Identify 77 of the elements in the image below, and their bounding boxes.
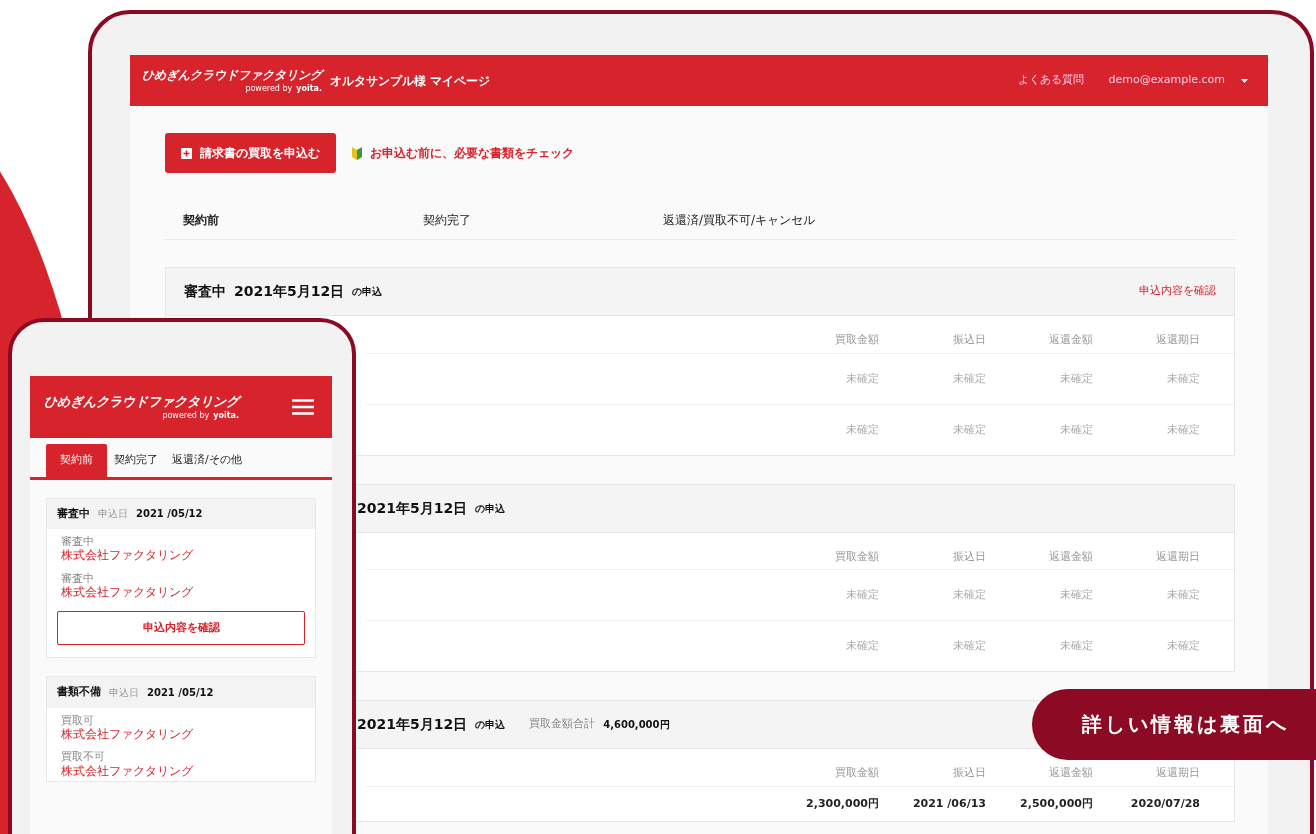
- column-header: 振込日: [952, 765, 986, 781]
- table-cell-text: 2,300,000円: [805, 795, 879, 812]
- date-suffix: の申込: [352, 285, 383, 299]
- table-cell-text: 未確定: [1059, 638, 1093, 654]
- tab[interactable]: 契約完了: [107, 444, 165, 477]
- date-label: 申込日: [98, 507, 128, 522]
- details-link[interactable]: 申込内容を確認: [1139, 283, 1216, 300]
- column-header: 返還期日: [1155, 765, 1200, 781]
- date-suffix: の申込: [475, 501, 506, 516]
- application-date: 2021 /05/12: [136, 507, 203, 522]
- brand-text: yoita.: [213, 411, 239, 420]
- column-header: 返還期日: [1155, 548, 1200, 565]
- table-cell-text: 未確定: [952, 638, 986, 654]
- back-page-banner: 詳しい情報は裏面へ: [1032, 689, 1316, 760]
- details-button[interactable]: 申込内容を確認: [57, 610, 305, 646]
- table-cell-text: 2,500,000円: [1019, 795, 1093, 812]
- application-date: 2021年5月12日: [234, 282, 345, 301]
- table-cell-text: 2021 /06/13: [911, 795, 986, 812]
- table-cell-text: 未確定: [1166, 587, 1200, 603]
- status-text: 審査中: [184, 282, 226, 301]
- table-cell-text: 未確定: [1059, 370, 1093, 387]
- date-suffix: の申込: [475, 718, 506, 732]
- column-header: 買取金額: [834, 548, 879, 565]
- table-cell-text: 未確定: [1166, 638, 1200, 654]
- table-cell-text: 未確定: [845, 421, 879, 438]
- item-status: 買取可: [61, 713, 95, 727]
- user-menu[interactable]: demo@example.com: [1108, 72, 1248, 89]
- column-header: 返還期日: [1155, 332, 1200, 348]
- company-name: 株式会社ファクタリング: [61, 548, 194, 564]
- plus-icon: [181, 147, 192, 159]
- column-header: 買取金額: [834, 765, 879, 781]
- caret-icon: [1241, 78, 1248, 83]
- column-header: 振込日: [952, 332, 986, 348]
- table-cell-text: 未確定: [845, 587, 879, 603]
- total-label: 買取金額合計: [529, 716, 596, 733]
- company-name: 株式会社ファクタリング: [61, 726, 194, 743]
- table-cell-text: 未確定: [1166, 370, 1200, 387]
- table-cell-text: 未確定: [845, 638, 879, 654]
- table-cell-text: 未確定: [952, 587, 986, 603]
- column-header: 返還金額: [1048, 548, 1093, 565]
- status-text: 書類不備: [57, 684, 101, 701]
- tab[interactable]: 契約前: [165, 201, 405, 239]
- table-cell-text: 未確定: [1059, 587, 1093, 603]
- application-date: 2021年5月12日: [357, 715, 468, 734]
- beginner-mark-icon: [352, 146, 362, 160]
- date-label: 申込日: [109, 685, 139, 700]
- table-cell-text: 未確定: [1059, 421, 1093, 438]
- total-amount: 4,600,000円: [603, 718, 670, 732]
- company-name: 株式会社ファクタリング: [61, 584, 194, 601]
- table-cell-text: 2020/07/28: [1129, 795, 1200, 812]
- tab[interactable]: 契約完了: [405, 201, 645, 239]
- column-header: 返還金額: [1048, 765, 1093, 781]
- application-date: 2021 /05/12: [147, 685, 214, 700]
- company-name: 株式会社ファクタリング: [61, 763, 194, 780]
- powered-by-text: powered by: [245, 84, 293, 93]
- brand-text: yoita.: [296, 84, 322, 93]
- tab[interactable]: 返還済/その他: [165, 444, 249, 477]
- menu-icon[interactable]: [292, 399, 314, 415]
- page-title: オルタサンプル様 マイページ: [330, 72, 491, 90]
- document-check-link[interactable]: お申込む前に、必要な書類をチェック: [352, 144, 574, 162]
- tab[interactable]: 返還済/買取不可/キャンセル: [645, 201, 885, 239]
- column-header: 振込日: [952, 548, 986, 565]
- table-cell-text: 未確定: [845, 370, 879, 387]
- status-text: 審査中: [57, 505, 90, 522]
- apply-button[interactable]: 請求書の買取を申込む: [165, 133, 336, 173]
- column-header: 買取金額: [834, 332, 879, 348]
- tab[interactable]: 契約前: [46, 444, 107, 477]
- item-status: 審査中: [61, 535, 95, 549]
- column-header: 返還金額: [1048, 332, 1093, 348]
- application-date: 2021年5月12日: [357, 498, 468, 518]
- table-cell-text: 未確定: [952, 421, 986, 438]
- item-status: 買取不可: [61, 750, 106, 764]
- powered-by-text: powered by: [162, 411, 210, 420]
- table-cell-text: 未確定: [1166, 421, 1200, 438]
- item-status: 審査中: [61, 571, 95, 585]
- table-cell-text: 未確定: [952, 370, 986, 387]
- faq-link[interactable]: よくある質問: [1018, 72, 1085, 89]
